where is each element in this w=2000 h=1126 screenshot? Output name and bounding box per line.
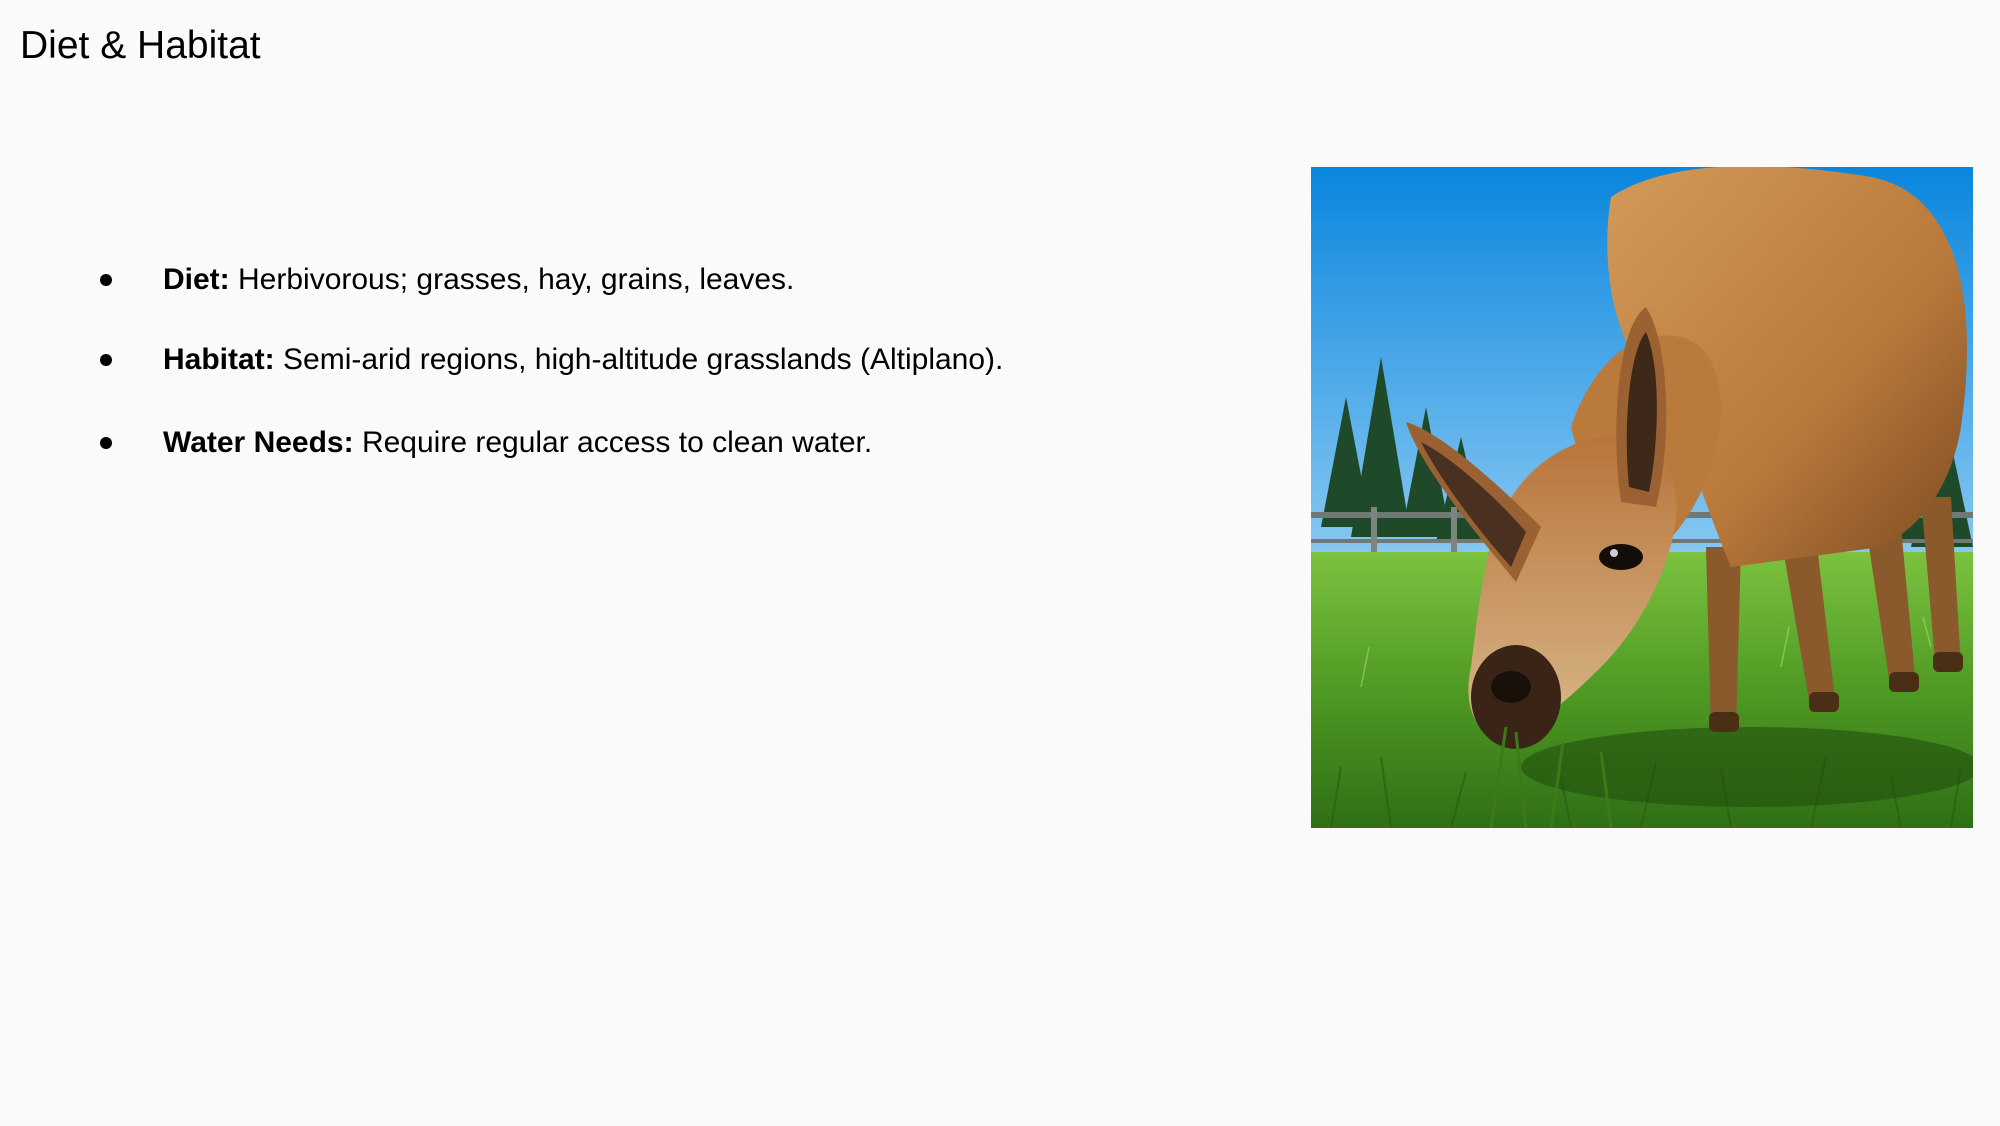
- bullet-term: Water Needs:: [163, 426, 354, 459]
- bullet-dot-icon: [100, 437, 112, 449]
- bullet-description: Herbivorous; grasses, hay, grains, leave…: [229, 263, 795, 296]
- slide: Diet & Habitat Diet: Herbivorous; grasse…: [0, 0, 2000, 1126]
- llama-photo: [1311, 167, 1973, 828]
- bullet-text: Diet: Herbivorous; grasses, hay, grains,…: [163, 260, 794, 300]
- bullet-description: Require regular access to clean water.: [353, 426, 873, 459]
- bullet-dot-icon: [100, 274, 112, 286]
- bullet-term: Diet:: [163, 263, 230, 296]
- bullet-dot-icon: [100, 354, 112, 366]
- llama-photo-illustration: [1311, 167, 1973, 828]
- bullet-text: Habitat: Semi-arid regions, high-altitud…: [163, 340, 1003, 380]
- bullet-term: Habitat:: [163, 343, 275, 376]
- slide-title: Diet & Habitat: [20, 24, 261, 67]
- bullet-text: Water Needs: Require regular access to c…: [163, 423, 872, 463]
- bullet-description: Semi-arid regions, high-altitude grassla…: [274, 343, 1004, 376]
